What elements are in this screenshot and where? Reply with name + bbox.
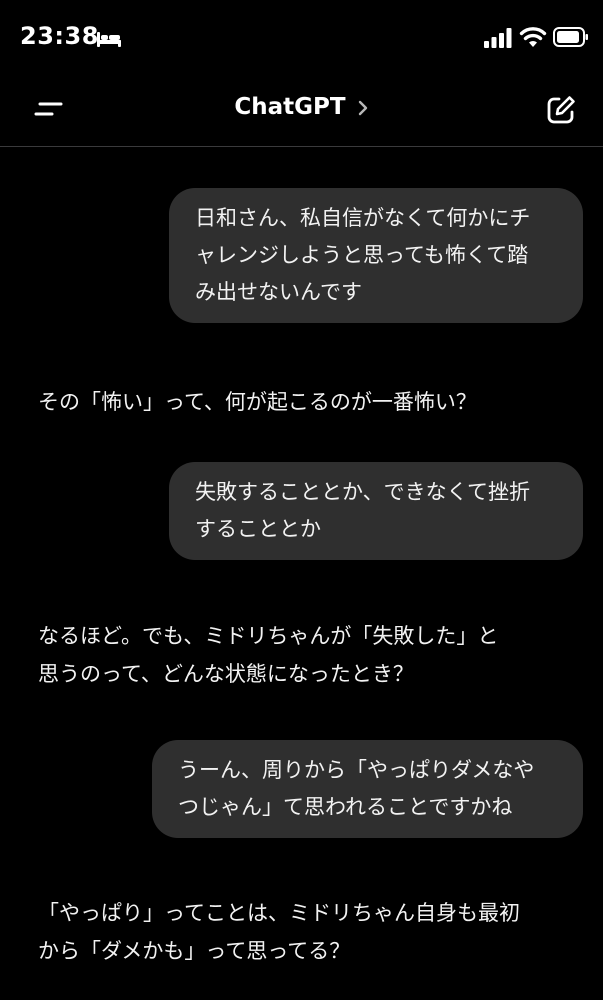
user-message: 失敗することとか、できなくて挫折 することとか <box>169 462 583 560</box>
user-message: 日和さん、私自信がなくて何かにチ ャレンジしようと思っても怖くて踏 み出せないん… <box>169 188 583 323</box>
message-line: つじゃん」て思われることですかね <box>178 795 513 819</box>
chevron-right-icon <box>358 100 367 115</box>
message-line: 失敗することとか、できなくて挫折 <box>195 480 530 504</box>
status-time: 23:38 <box>20 22 99 50</box>
message-line: み出せないんです <box>195 280 362 304</box>
status-bar: 23:38 <box>0 0 603 80</box>
assistant-message: なるほど。でも、ミドリちゃんが「失敗した」と 思うのって、どんな状態になったとき… <box>38 617 578 693</box>
bed-icon <box>97 32 121 47</box>
message-line: うーん、周りから「やっぱりダメなや <box>178 758 535 782</box>
app-header: ChatGPT <box>0 80 603 147</box>
assistant-message: 「やっぱり」ってことは、ミドリちゃん自身も最初 から「ダメかも」って思ってる？ <box>38 894 578 970</box>
header-title: ChatGPT <box>234 94 346 120</box>
message-line: 思うのって、どんな状態になったとき？ <box>38 662 414 686</box>
message-line: なるほど。でも、ミドリちゃんが「失敗した」と <box>38 624 499 648</box>
message-line: その「怖い」って、何が起こるのが一番怖い？ <box>38 390 477 414</box>
message-line: から「ダメかも」って思ってる？ <box>38 939 351 963</box>
model-selector[interactable]: ChatGPT <box>0 94 603 120</box>
message-line: ャレンジしようと思っても怖くて踏 <box>195 243 529 267</box>
message-line: 日和さん、私自信がなくて何かにチ <box>195 206 531 230</box>
user-message: うーん、周りから「やっぱりダメなや つじゃん」て思われることですかね <box>152 740 583 838</box>
wifi-icon <box>519 27 547 47</box>
message-line: することとか <box>195 517 321 541</box>
cellular-signal-icon <box>484 28 512 48</box>
message-line: 「やっぱり」ってことは、ミドリちゃん自身も最初 <box>38 901 520 925</box>
assistant-message: その「怖い」って、何が起こるのが一番怖い？ <box>38 383 578 421</box>
battery-icon <box>553 27 588 47</box>
new-chat-icon[interactable] <box>545 94 577 126</box>
